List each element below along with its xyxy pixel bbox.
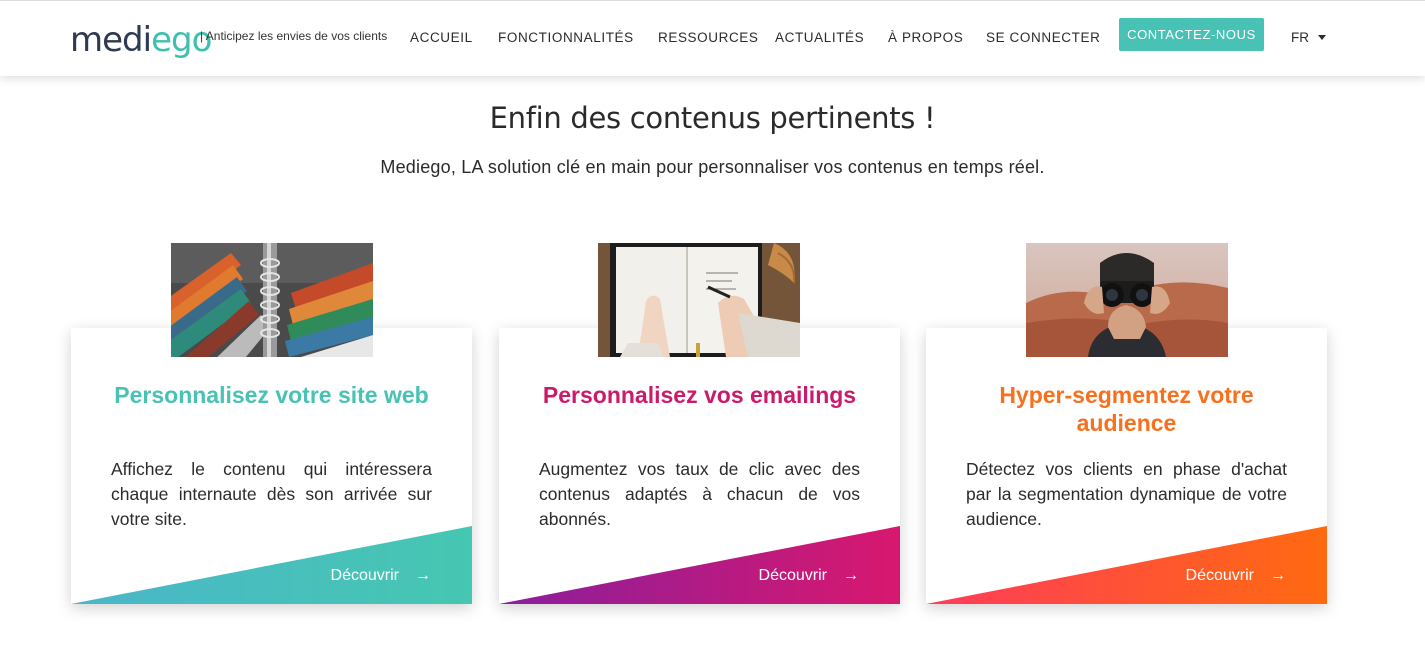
- card-gradient-band: [926, 526, 1327, 604]
- card-gradient-band: [71, 526, 472, 604]
- language-selector[interactable]: FR: [1291, 30, 1326, 45]
- nav-actualites[interactable]: ACTUALITÉS: [775, 30, 864, 45]
- nav-accueil[interactable]: ACCUEIL: [410, 30, 473, 45]
- nav-ressources[interactable]: RESSOURCES: [658, 30, 759, 45]
- card-gradient-band: [499, 526, 900, 604]
- card-text: Affichez le contenu qui intéressera chaq…: [111, 459, 432, 529]
- feature-card-emailing: Personnalisez vos emailings Augmentez vo…: [499, 328, 900, 604]
- mediego-logo[interactable]: mediego: [70, 17, 212, 60]
- discover-label: Découvrir: [758, 567, 827, 584]
- hero-subtitle: Mediego, LA solution clé en main pour pe…: [380, 157, 1045, 177]
- card-title: Hyper-segmentez votre audience: [999, 382, 1254, 436]
- nav-a-propos[interactable]: À PROPOS: [888, 30, 963, 45]
- language-label: FR: [1291, 30, 1309, 45]
- nav-fonctionnalites[interactable]: FONCTIONNALITÉS: [498, 30, 634, 45]
- discover-label: Découvrir: [330, 567, 399, 584]
- nav-se-connecter[interactable]: SE CONNECTER: [986, 30, 1100, 45]
- logo-text-part1: medi: [70, 20, 152, 60]
- contact-button[interactable]: CONTACTEZ-NOUS: [1119, 18, 1264, 51]
- caret-down-icon: [1318, 35, 1326, 40]
- notebook-writing-image: [598, 243, 800, 357]
- discover-link[interactable]: Découvrir →: [1186, 567, 1286, 585]
- hero-title: Enfin des contenus pertinents !: [489, 101, 936, 135]
- discover-link[interactable]: Découvrir →: [759, 567, 859, 585]
- arrow-right-icon: →: [415, 567, 431, 584]
- card-title: Personnalisez vos emailings: [542, 382, 857, 408]
- tagline: | Anticipez les envies de vos clients: [200, 29, 388, 43]
- card-text: Augmentez vos taux de clic avec des cont…: [539, 459, 860, 529]
- discover-label: Découvrir: [1185, 567, 1254, 584]
- arrow-right-icon: →: [843, 567, 859, 584]
- arrow-right-icon: →: [1270, 567, 1286, 584]
- clothing-rack-image: [171, 243, 373, 357]
- card-text: Détectez vos clients en phase d'achat pa…: [966, 459, 1287, 529]
- discover-link[interactable]: Découvrir →: [331, 567, 431, 585]
- card-title: Personnalisez votre site web: [114, 382, 429, 408]
- binoculars-image: [1026, 243, 1228, 357]
- navbar: mediego | Anticipez les envies de vos cl…: [0, 0, 1425, 76]
- feature-card-segmentation: Hyper-segmentez votre audience Détectez …: [926, 328, 1327, 604]
- feature-card-website: Personnalisez votre site web Affichez le…: [71, 328, 472, 604]
